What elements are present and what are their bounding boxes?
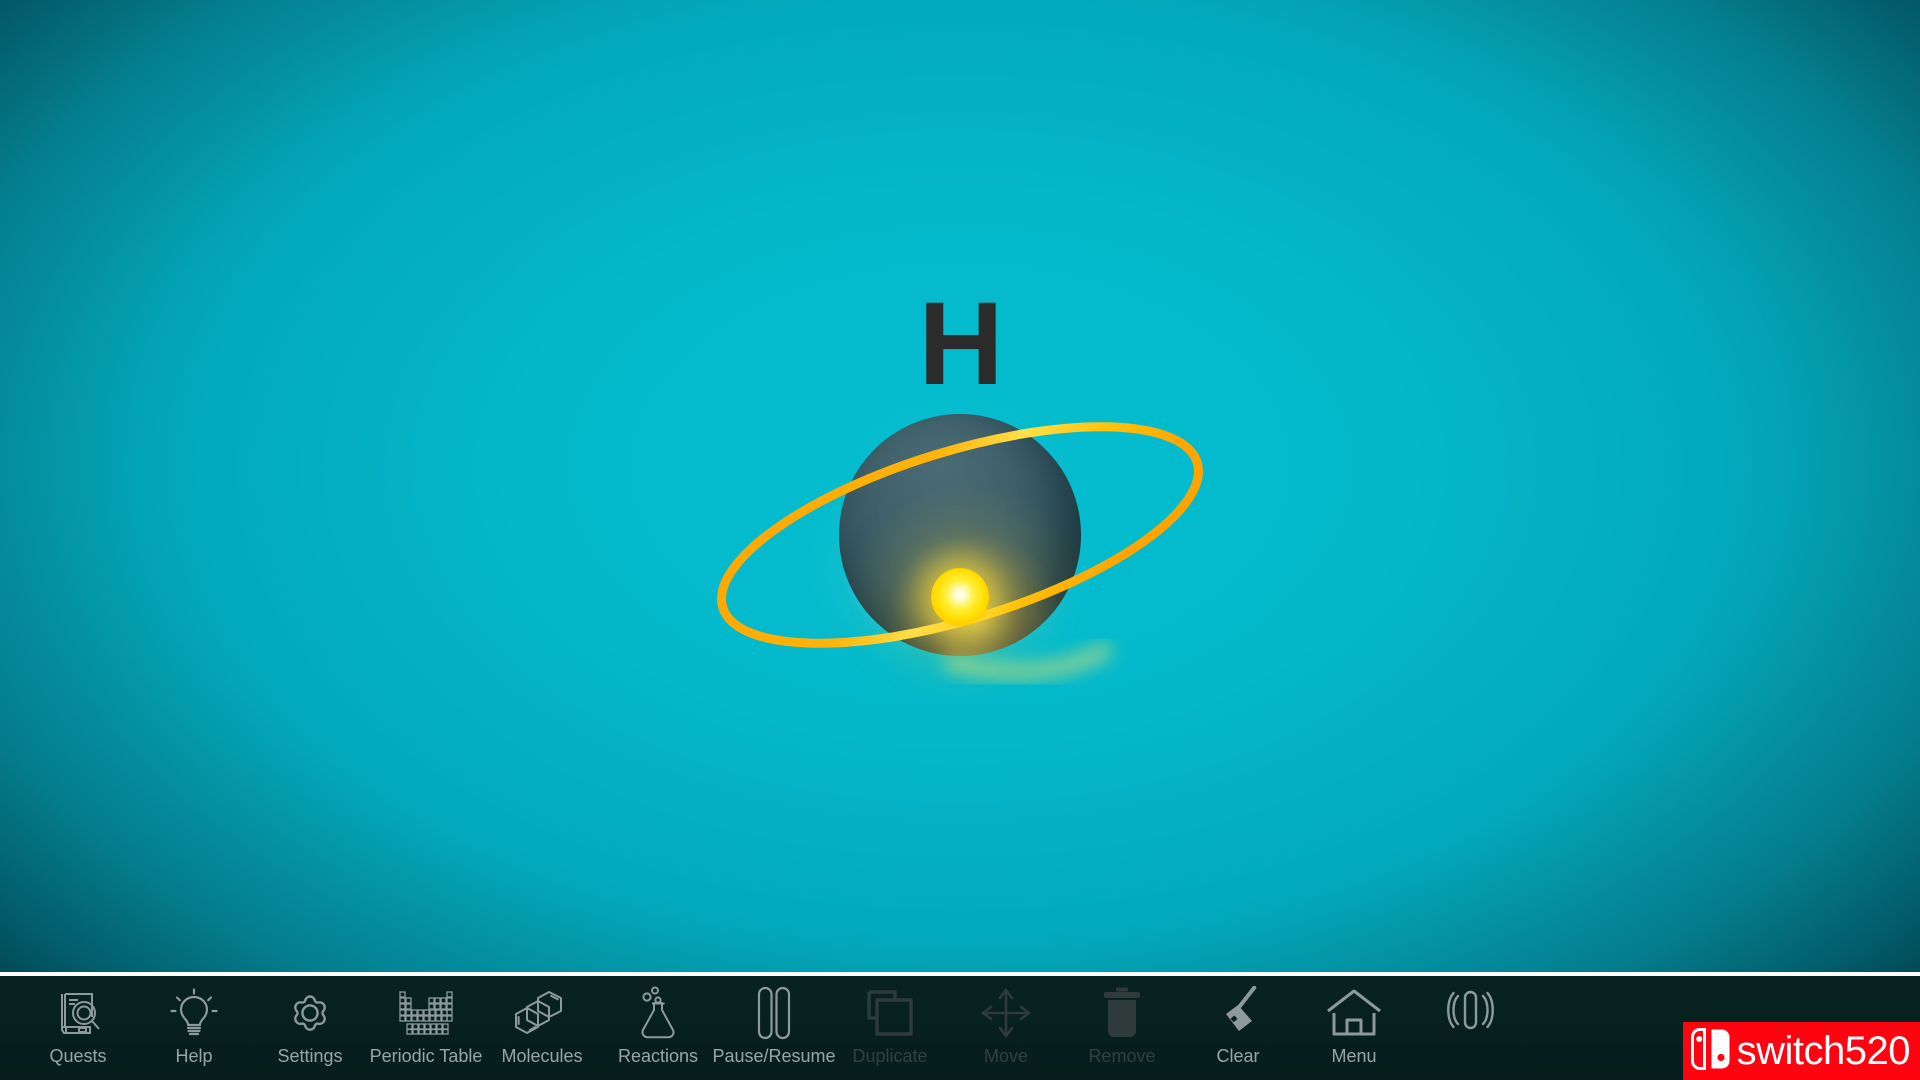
toolbar-item-menu[interactable]: Menu — [1296, 976, 1412, 1080]
element-symbol-label: H — [918, 278, 1003, 410]
watermark-text: switch520 — [1736, 1029, 1911, 1073]
bottom-toolbar: Quests Help Settings Periodic Table Mole… — [0, 976, 1920, 1080]
toolbar-item-reactions[interactable]: Reactions — [600, 976, 716, 1080]
toolbar-label: Menu — [1331, 1046, 1377, 1066]
toolbar-item-remove[interactable]: Remove — [1064, 976, 1180, 1080]
copy-icon — [857, 982, 923, 1044]
vibration-icon — [1437, 982, 1503, 1044]
toolbar-label: Remove — [1088, 1046, 1156, 1066]
molecule-icon — [509, 982, 575, 1044]
move-arrows-icon — [973, 982, 1039, 1044]
simulation-canvas[interactable]: H — [0, 0, 1920, 972]
watermark-badge: switch520 — [1682, 1022, 1920, 1080]
toolbar-item-move[interactable]: Move — [948, 976, 1064, 1080]
toolbar-label: Pause/Resume — [712, 1046, 836, 1066]
book-magnifier-icon — [45, 982, 111, 1044]
home-icon — [1321, 982, 1387, 1044]
toolbar-item-vibration[interactable] — [1412, 976, 1528, 1080]
game-screen: H Quests Help Settings Periodic Table Mo… — [0, 0, 1920, 1080]
toolbar-label: Move — [983, 1046, 1028, 1066]
toolbar-item-settings[interactable]: Settings — [252, 976, 368, 1080]
toolbar-item-help[interactable]: Help — [136, 976, 252, 1080]
orbiting-electron — [931, 568, 989, 626]
toolbar-label: Quests — [49, 1046, 107, 1066]
toolbar-item-periodic-table[interactable]: Periodic Table — [368, 976, 484, 1080]
toolbar-item-duplicate[interactable]: Duplicate — [832, 976, 948, 1080]
periodic-table-icon — [393, 982, 459, 1044]
gear-icon — [277, 982, 343, 1044]
toolbar-label: Molecules — [501, 1046, 583, 1066]
toolbar-label: Clear — [1216, 1046, 1260, 1066]
lightbulb-icon — [161, 982, 227, 1044]
toolbar-item-quests[interactable]: Quests — [20, 976, 136, 1080]
toolbar-label: Settings — [277, 1046, 343, 1066]
toolbar-label: Reactions — [617, 1046, 699, 1066]
broom-icon — [1205, 982, 1271, 1044]
nintendo-switch-logo-icon — [1690, 1027, 1731, 1075]
toolbar-item-clear[interactable]: Clear — [1180, 976, 1296, 1080]
toolbar-item-molecules[interactable]: Molecules — [484, 976, 600, 1080]
toolbar-label: Help — [175, 1046, 213, 1066]
flask-icon — [625, 982, 691, 1044]
trash-icon — [1089, 982, 1155, 1044]
toolbar-label: Duplicate — [852, 1046, 928, 1066]
pause-icon — [741, 982, 807, 1044]
toolbar-label: Periodic Table — [369, 1046, 483, 1066]
toolbar-item-pause-resume[interactable]: Pause/Resume — [712, 976, 836, 1080]
